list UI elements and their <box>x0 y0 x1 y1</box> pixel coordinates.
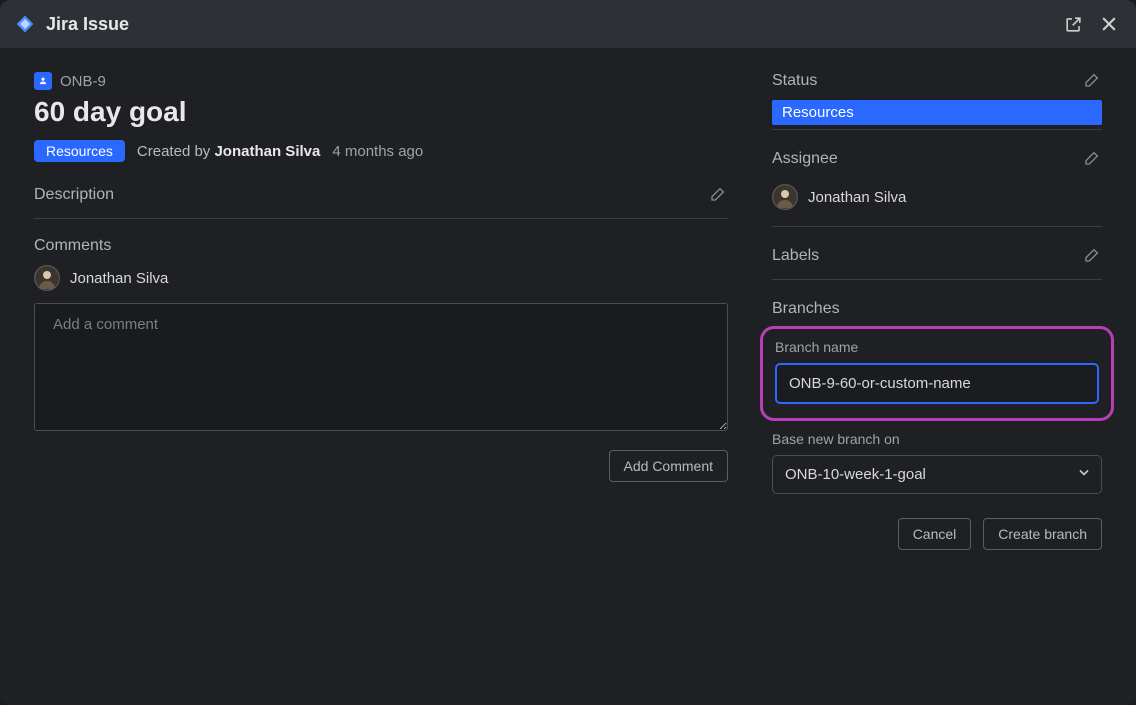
edit-labels-icon[interactable] <box>1084 247 1102 265</box>
status-label: Status <box>772 72 817 90</box>
avatar <box>34 265 60 291</box>
add-comment-button[interactable]: Add Comment <box>609 450 728 482</box>
comment-author-row: Jonathan Silva <box>34 265 728 291</box>
status-value[interactable]: Resources <box>772 100 1102 125</box>
side-column: Status Resources Assignee <box>772 72 1102 681</box>
branch-name-input[interactable] <box>775 363 1099 404</box>
edit-assignee-icon[interactable] <box>1084 150 1102 168</box>
labels-header: Labels <box>772 247 1102 275</box>
comment-input[interactable] <box>34 303 728 431</box>
description-header: Description <box>34 186 728 214</box>
breadcrumb[interactable]: ONB-9 <box>34 72 728 90</box>
assignee-header: Assignee <box>772 150 1102 178</box>
divider <box>772 226 1102 227</box>
open-external-icon[interactable] <box>1060 11 1086 37</box>
labels-label: Labels <box>772 247 819 265</box>
divider <box>772 129 1102 130</box>
cancel-button[interactable]: Cancel <box>898 518 972 550</box>
assignee-row: Jonathan Silva <box>772 184 1102 210</box>
status-badge[interactable]: Resources <box>34 140 125 162</box>
edit-description-icon[interactable] <box>710 186 728 204</box>
divider <box>34 218 728 219</box>
created-by-label: Created by <box>137 143 210 160</box>
window-title: Jira Issue <box>46 14 129 35</box>
status-header: Status <box>772 72 1102 100</box>
jira-icon <box>14 13 36 35</box>
edit-status-icon[interactable] <box>1084 72 1102 90</box>
close-icon[interactable] <box>1096 11 1122 37</box>
titlebar: Jira Issue <box>0 0 1136 48</box>
avatar <box>772 184 798 210</box>
base-branch-select-wrap: ONB-10-week-1-goal <box>772 455 1102 494</box>
branches-label: Branches <box>772 300 1102 318</box>
issue-meta: Resources Created by Jonathan Silva 4 mo… <box>34 140 728 162</box>
issue-key: ONB-9 <box>60 73 106 90</box>
content-area: ONB-9 60 day goal Resources Created by J… <box>0 48 1136 705</box>
assignee-value: Jonathan Silva <box>808 189 906 206</box>
jira-issue-window: Jira Issue ONB-9 60 day goal Resources C… <box>0 0 1136 705</box>
branch-name-label: Branch name <box>775 339 1099 355</box>
issue-title: 60 day goal <box>34 96 728 128</box>
create-branch-button[interactable]: Create branch <box>983 518 1102 550</box>
main-column: ONB-9 60 day goal Resources Created by J… <box>34 72 728 681</box>
created-ago: 4 months ago <box>332 143 423 160</box>
description-label: Description <box>34 186 114 204</box>
issue-author: Jonathan Silva <box>214 143 320 160</box>
issue-type-icon <box>34 72 52 90</box>
branch-name-highlight: Branch name <box>760 326 1114 421</box>
assignee-label: Assignee <box>772 150 838 168</box>
comments-label: Comments <box>34 237 728 255</box>
base-branch-select[interactable]: ONB-10-week-1-goal <box>772 455 1102 494</box>
comment-author: Jonathan Silva <box>70 270 168 287</box>
divider <box>772 279 1102 280</box>
base-branch-label: Base new branch on <box>772 431 1102 447</box>
